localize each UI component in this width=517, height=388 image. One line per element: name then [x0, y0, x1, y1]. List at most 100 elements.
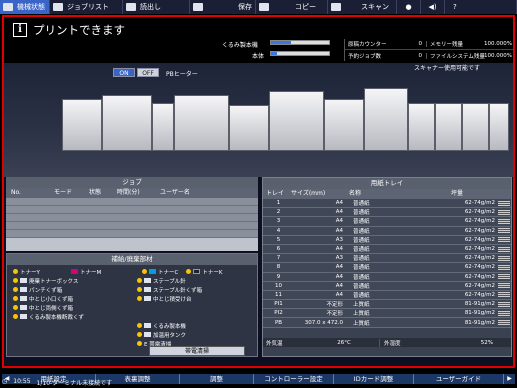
paper-feed-unit-3[interactable]: [462, 103, 489, 151]
tab-machine-status[interactable]: 機械状態: [0, 0, 50, 14]
help-button[interactable]: ?: [445, 0, 517, 14]
paper-tray-row[interactable]: 2 A4 普通紙 62-74g/m2: [263, 208, 511, 218]
paper-stack-icon: [498, 237, 510, 243]
staple-waste-icon: [20, 296, 27, 301]
paper-tray-row[interactable]: 11 A4 普通紙 62-74g/m2: [263, 290, 511, 301]
controller-settings-button[interactable]: コントローラー設定: [254, 374, 334, 384]
job-row[interactable]: [6, 230, 258, 238]
paper-tray-row[interactable]: 3 A4 普通紙 62-74g/m2: [263, 217, 511, 227]
job-row[interactable]: [6, 206, 258, 214]
paper-tray-rows: 1 A4 普通紙 62-74g/m2 2 A4 普通紙 62-74g/m2 3 A4 普通紙 62-7…: [263, 199, 511, 328]
paper-feed-unit-2[interactable]: [435, 103, 462, 151]
paper-stack-icon: [498, 274, 510, 280]
saddle-unit[interactable]: [174, 95, 229, 151]
tray-cell-name: 普通紙: [353, 265, 370, 272]
paper-tray-row[interactable]: 10 A4 普通紙 62-74g/m2: [263, 281, 511, 291]
paper-stack-icon: [498, 246, 510, 252]
print-engine-unit[interactable]: [324, 99, 364, 151]
tray-cell-weight: 62-74g/m2: [464, 200, 495, 207]
paper-tray-row[interactable]: 9 A4 普通紙 62-74g/m2: [263, 272, 511, 282]
job-panel-title: ジョブ: [6, 177, 258, 188]
top-menu-bar: 機械状態 ジョブリスト 読出し 保存 コピー スキャン ● ◀) ?: [0, 0, 517, 14]
tray-cell-tray: 7: [276, 255, 281, 262]
paper-stack-icon: [498, 320, 510, 326]
tray-cell-weight: 62-74g/m2: [464, 273, 495, 280]
footer-status: ◷ 10:55 1/10-ターミナル未接続です: [2, 378, 112, 387]
paper-feed-unit-4[interactable]: [489, 103, 509, 151]
machine-status-icon: [3, 3, 13, 11]
tray-cell-name: 普通紙: [353, 256, 370, 263]
volume-button[interactable]: ◀): [421, 0, 445, 14]
tray-icon: [144, 296, 151, 301]
footer-time: 10:55: [13, 378, 31, 385]
toner-k-icon: [193, 269, 201, 274]
pb-heater-off-button[interactable]: OFF: [137, 68, 159, 77]
supply-item: ステープル針くず箱: [137, 285, 257, 294]
pb-heater-on-button[interactable]: ON: [113, 68, 135, 77]
tray-cell-tray: 5: [276, 236, 281, 243]
paper-tray-row[interactable]: 8 A4 普通紙 62-74g/m2: [263, 263, 511, 273]
tray-cell-size: A4: [335, 218, 343, 225]
supplies-middle-column-2: ステープル針 ステープル針くず箱 中とじ積受け台: [137, 276, 257, 303]
paper-tray-row[interactable]: 4 A4 普通紙 62-74g/m2: [263, 226, 511, 236]
paper-tray-row[interactable]: PI1 不定形 上質紙 81-91g/m2: [263, 300, 511, 310]
tray-cell-size: A3: [335, 255, 343, 262]
user-guide-button[interactable]: ユーザーガイド: [414, 374, 504, 384]
adjust-button[interactable]: 調整: [180, 374, 254, 384]
scanner-unit[interactable]: [364, 88, 408, 151]
tray-cell-tray: 3: [276, 218, 281, 225]
paper-tray-row[interactable]: 5 A3 普通紙 62-74g/m2: [263, 235, 511, 245]
id-card-adjust-button[interactable]: IDカード調整: [334, 374, 414, 384]
tray-cell-size: A4: [335, 264, 343, 271]
counter-row: 原稿カウンター 0 メモリー残量 100.000%: [345, 39, 513, 50]
paper-stack-icon: [498, 264, 510, 270]
job-row[interactable]: [6, 222, 258, 230]
tray-cell-name: 普通紙: [353, 247, 370, 254]
tray-cell-weight: 62-74g/m2: [464, 227, 495, 234]
tab-copy[interactable]: コピー: [256, 0, 328, 14]
paper-tray-panel: 用紙トレイ トレイ サイズ(mm) 名称 坪量 1 A4 普通紙 62-74g/m2 2…: [262, 177, 512, 357]
supply-item: パンチくず箱: [13, 285, 123, 294]
paper-tray-row[interactable]: 6 A4 普通紙 62-74g/m2: [263, 244, 511, 255]
tray-cell-name: 普通紙: [353, 201, 370, 208]
speaker-icon: ◀): [428, 3, 437, 11]
stacker-unit[interactable]: [152, 103, 174, 151]
scroll-right-button[interactable]: ▶: [504, 374, 515, 384]
tray-cell-size: A4: [335, 200, 343, 207]
tray-cell-tray: 6: [276, 246, 281, 253]
paper-tray-row[interactable]: PB 307.0 x 472.0 上質紙 81-91g/m2: [263, 318, 511, 328]
counter-table: 原稿カウンター 0 メモリー残量 100.000% 予約ジョブ数 0 ファイルシ…: [344, 39, 513, 61]
tab-job-list[interactable]: ジョブリスト: [50, 0, 123, 14]
inserter-unit[interactable]: [229, 105, 269, 151]
tray-cell-size: 307.0 x 472.0: [304, 319, 343, 326]
binder-unit[interactable]: [62, 99, 102, 151]
tray-cell-size: A4: [335, 246, 343, 253]
help-icon: ?: [453, 3, 457, 11]
paper-stack-icon: [498, 283, 510, 289]
supply-item: トナーC: [142, 267, 178, 276]
supply-item: 加温用タンク: [137, 330, 257, 339]
paper-tray-row[interactable]: 1 A4 普通紙 62-74g/m2: [263, 199, 511, 209]
paper-tray-row[interactable]: 7 A3 普通紙 62-74g/m2: [263, 254, 511, 264]
tab-save[interactable]: 保存: [190, 0, 256, 14]
job-row[interactable]: [6, 198, 258, 206]
tab-recall[interactable]: 読出し: [123, 0, 190, 14]
tray-cell-weight: 62-74g/m2: [464, 282, 495, 289]
globe-button[interactable]: ●: [397, 0, 421, 14]
tray-cell-weight: 62-74g/m2: [464, 246, 495, 253]
scan-icon: [331, 3, 341, 11]
static-cleaning-button[interactable]: 帯電清掃: [149, 346, 245, 356]
job-list-icon: [53, 3, 63, 11]
tray-cell-name: 普通紙: [353, 219, 370, 226]
job-row[interactable]: [6, 214, 258, 222]
tray-cell-tray: 10: [275, 282, 282, 289]
tab-scan[interactable]: スキャン: [328, 0, 397, 14]
main-body-unit[interactable]: [269, 91, 324, 151]
tray-cell-weight: 62-74g/m2: [464, 236, 495, 243]
tray-cell-size: A4: [335, 282, 343, 289]
paper-tray-row[interactable]: PI2 不定形 上質紙 81-91g/m2: [263, 309, 511, 319]
tray-cell-name: 普通紙: [353, 283, 370, 290]
finisher-unit[interactable]: [102, 95, 152, 151]
paper-feed-unit-1[interactable]: [408, 103, 435, 151]
supply-item: トナーK: [186, 267, 222, 276]
